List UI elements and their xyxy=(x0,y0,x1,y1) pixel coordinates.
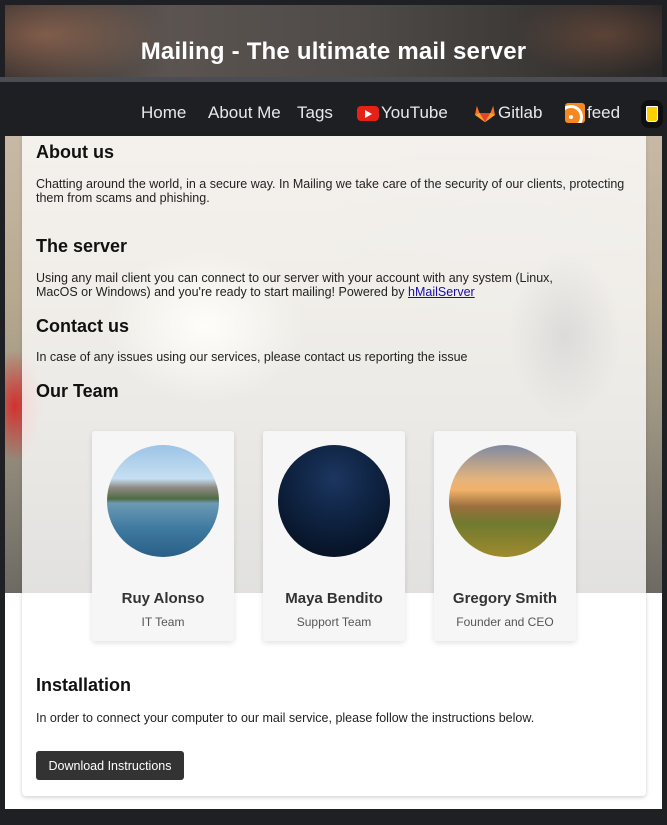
installation-heading: Installation xyxy=(36,675,132,695)
nav-youtube-label: YouTube xyxy=(381,103,448,122)
server-text-body: Using any mail client you can connect to… xyxy=(36,271,553,299)
avatar xyxy=(449,445,561,557)
nav-youtube-link[interactable]: YouTube xyxy=(357,103,448,123)
team-member-card: Gregory Smith Founder and CEO xyxy=(434,431,576,641)
nav-gitlab-label: Gitlab xyxy=(498,103,543,122)
nav-home-link[interactable]: Home xyxy=(141,103,186,123)
member-name: Gregory Smith xyxy=(452,590,558,607)
gitlab-icon xyxy=(475,105,495,123)
team-member-card: Maya Bendito Support Team xyxy=(263,431,405,641)
about-text: Chatting around the world, in a secure w… xyxy=(36,177,625,205)
server-heading: The server xyxy=(36,236,128,256)
site-title: Mailing - The ultimate mail server xyxy=(140,38,527,65)
coffee-cup-icon xyxy=(646,106,658,122)
about-heading: About us xyxy=(36,142,114,162)
nav-feed-link[interactable]: feed xyxy=(565,103,620,123)
youtube-icon xyxy=(357,105,379,121)
contact-heading: Contact us xyxy=(36,316,130,336)
nav-gitlab-link[interactable]: Gitlab xyxy=(474,103,542,123)
buy-me-coffee-button[interactable] xyxy=(641,100,663,128)
download-instructions-button[interactable]: Download Instructions xyxy=(36,751,184,780)
member-role: Founder and CEO xyxy=(456,615,554,629)
avatar xyxy=(107,445,219,557)
header-banner: Mailing - The ultimate mail server xyxy=(5,5,662,77)
hmailserver-link[interactable]: hMailServer xyxy=(408,285,475,299)
installation-text: In order to connect your computer to our… xyxy=(36,711,535,725)
member-name: Maya Bendito xyxy=(285,590,383,607)
nav-feed-label: feed xyxy=(587,103,621,122)
member-role: IT Team xyxy=(141,615,185,629)
member-name: Ruy Alonso xyxy=(121,590,205,607)
rss-icon xyxy=(565,103,585,123)
team-member-card: Ruy Alonso IT Team xyxy=(92,431,234,641)
nav-about-me-link[interactable]: About Me xyxy=(208,103,281,123)
member-role: Support Team xyxy=(296,615,372,629)
server-text: Using any mail client you can connect to… xyxy=(36,271,596,299)
nav-tags-link[interactable]: Tags xyxy=(297,103,333,123)
contact-text: In case of any issues using our services… xyxy=(36,350,468,364)
avatar xyxy=(278,445,390,557)
top-nav: Home About Me Tags YouTube Gitlab feed xyxy=(0,82,667,136)
team-heading: Our Team xyxy=(36,381,119,401)
